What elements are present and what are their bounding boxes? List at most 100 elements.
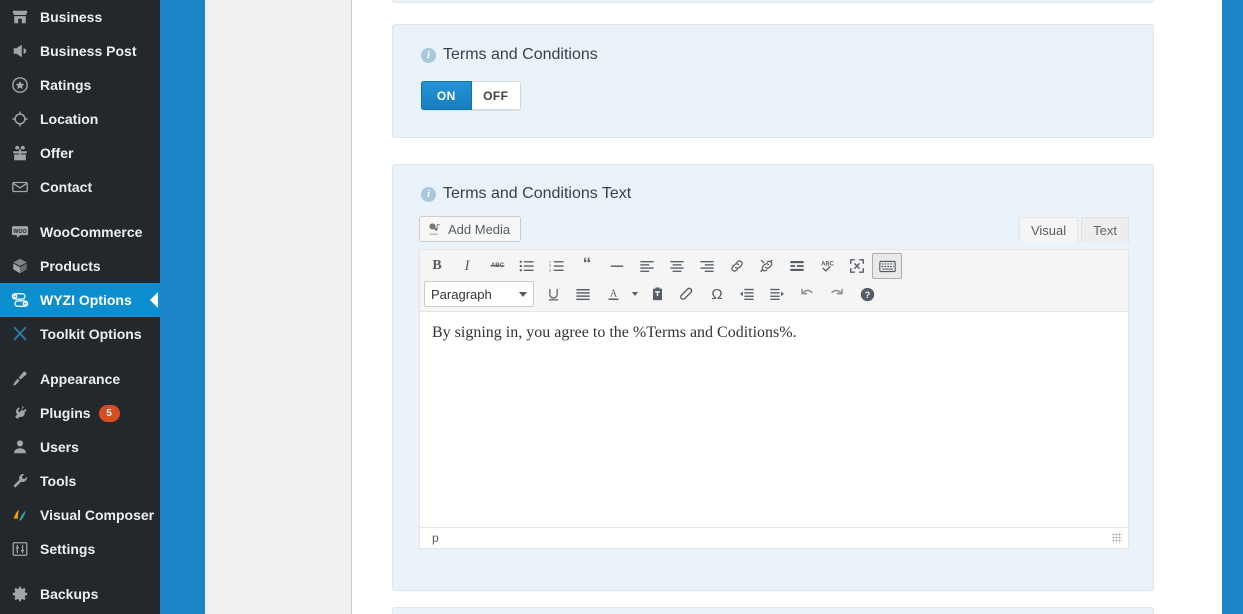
admin-sidebar: Business Business Post Ratings Location …: [0, 0, 160, 614]
chevron-down-icon: [519, 291, 527, 297]
unlink-button[interactable]: [752, 253, 782, 279]
sidebar-item-ratings[interactable]: Ratings: [0, 68, 160, 102]
sidebar-item-plugins[interactable]: Plugins 5: [0, 396, 160, 430]
gear-icon: [10, 584, 30, 604]
svg-text:ABC: ABC: [821, 261, 835, 267]
sidebar-item-settings[interactable]: Settings: [0, 532, 160, 566]
editor-box: B I ABC 123 “ ABC Paragraph A Ω ? By sig…: [419, 249, 1129, 549]
tab-visual[interactable]: Visual: [1018, 217, 1079, 242]
sidebar-item-label: WooCommerce: [40, 224, 143, 240]
sidebar-item-users[interactable]: Users: [0, 430, 160, 464]
text-color-dropdown-button[interactable]: [628, 281, 642, 307]
left-blue-rail: [160, 0, 205, 614]
sidebar-item-visual-composer[interactable]: Visual Composer: [0, 498, 160, 532]
align-justify-button[interactable]: [568, 281, 598, 307]
wrench-icon: [10, 471, 30, 491]
fullscreen-button[interactable]: [842, 253, 872, 279]
format-select-value: Paragraph: [431, 286, 492, 302]
blockquote-button[interactable]: “: [572, 253, 602, 279]
toolbar-toggle-button[interactable]: [872, 253, 902, 279]
sidebar-item-wyzi-options[interactable]: WYZI Options: [0, 283, 160, 317]
terms-and-conditions-panel: i Terms and Conditions ON OFF: [392, 24, 1154, 138]
sidebar-item-woocommerce[interactable]: WOO WooCommerce: [0, 215, 160, 249]
panel-title-label: Terms and Conditions: [443, 46, 598, 63]
sidebar-item-label: Appearance: [40, 371, 121, 387]
sidebar-item-location[interactable]: Location: [0, 102, 160, 136]
sidebar-item-backups[interactable]: Backups: [0, 577, 160, 611]
info-icon[interactable]: i: [421, 186, 436, 202]
sidebar-item-contact[interactable]: Contact: [0, 170, 160, 204]
editor-toolbar-row-1: B I ABC 123 “ ABC: [422, 252, 1126, 280]
underline-button[interactable]: [538, 281, 568, 307]
editor-toolbar-row-2: Paragraph A Ω ?: [422, 280, 1126, 308]
strikethrough-button[interactable]: ABC: [482, 253, 512, 279]
options-content-area: i Terms and Conditions ON OFF i Terms an…: [353, 0, 1222, 614]
panel-below-partial: [392, 607, 1154, 614]
sidebar-item-label: Contact: [40, 179, 93, 195]
redo-button[interactable]: [822, 281, 852, 307]
chevron-down-icon: [632, 292, 638, 296]
sidebar-item-offer[interactable]: Offer: [0, 136, 160, 170]
indent-button[interactable]: [762, 281, 792, 307]
sidebar-item-label: Backups: [40, 586, 99, 602]
toggle-off-option[interactable]: OFF: [471, 81, 521, 110]
panel-above-partial: [392, 0, 1154, 3]
sidebar-item-toolkit-options[interactable]: Toolkit Options: [0, 317, 160, 351]
sidebar-item-label: Offer: [40, 145, 74, 161]
editor-paragraph: By signing in, you agree to the %Terms a…: [432, 324, 797, 341]
terms-toggle-switch[interactable]: ON OFF: [421, 81, 521, 110]
read-more-button[interactable]: [782, 253, 812, 279]
tab-text[interactable]: Text: [1081, 217, 1129, 242]
sidebar-item-label: Location: [40, 111, 99, 127]
keyboard-shortcuts-button[interactable]: ?: [852, 281, 882, 307]
format-select[interactable]: Paragraph: [424, 281, 534, 307]
paste-as-text-button[interactable]: [642, 281, 672, 307]
bold-button[interactable]: B: [422, 253, 452, 279]
sidebar-separator: [0, 566, 160, 577]
insert-link-button[interactable]: [722, 253, 752, 279]
horizontal-rule-button[interactable]: [602, 253, 632, 279]
bulleted-list-button[interactable]: [512, 253, 542, 279]
editor-mode-tabs: Visual Text: [1018, 217, 1129, 242]
editor-content-area[interactable]: By signing in, you agree to the %Terms a…: [420, 312, 1128, 527]
toggle-on-option[interactable]: ON: [421, 81, 472, 110]
sidebar-item-label: Settings: [40, 541, 96, 557]
svg-text:WOO: WOO: [13, 229, 26, 235]
toggles-icon: [10, 290, 30, 310]
align-left-button[interactable]: [632, 253, 662, 279]
italic-button[interactable]: I: [452, 253, 482, 279]
add-media-label: Add Media: [448, 221, 511, 237]
user-icon: [10, 437, 30, 457]
add-media-icon: [428, 222, 442, 236]
clear-formatting-button[interactable]: [672, 281, 702, 307]
add-media-button[interactable]: Add Media: [419, 216, 522, 242]
panel-title-label: Terms and Conditions Text: [443, 185, 632, 202]
spellcheck-button[interactable]: ABC: [812, 253, 842, 279]
numbered-list-button[interactable]: 123: [542, 253, 572, 279]
sidebar-item-appearance[interactable]: Appearance: [0, 362, 160, 396]
envelope-icon: [10, 177, 30, 197]
align-right-button[interactable]: [692, 253, 722, 279]
sidebar-item-business-post[interactable]: Business Post: [0, 34, 160, 68]
align-center-button[interactable]: [662, 253, 692, 279]
sidebar-item-label: WYZI Options: [40, 292, 132, 308]
editor-resize-handle[interactable]: [1112, 533, 1122, 543]
panel-title: i Terms and Conditions: [393, 25, 1153, 64]
sidebar-item-business[interactable]: Business: [0, 0, 160, 34]
special-character-button[interactable]: Ω: [702, 281, 732, 307]
sidebar-item-label: Ratings: [40, 77, 92, 93]
text-color-button[interactable]: A: [598, 281, 628, 307]
megaphone-icon: [10, 41, 30, 61]
text-color-control[interactable]: A: [598, 281, 642, 307]
svg-text:3: 3: [549, 269, 551, 273]
info-icon[interactable]: i: [421, 47, 436, 63]
box-icon: [10, 256, 30, 276]
sidebar-item-tools[interactable]: Tools: [0, 464, 160, 498]
terms-and-conditions-text-panel: i Terms and Conditions Text Add Media Vi…: [392, 164, 1154, 591]
sidebar-item-label: Business Post: [40, 43, 137, 59]
outdent-button[interactable]: [732, 281, 762, 307]
store-icon: [10, 7, 30, 27]
undo-button[interactable]: [792, 281, 822, 307]
sidebar-item-label: Visual Composer: [40, 507, 155, 523]
sidebar-item-products[interactable]: Products: [0, 249, 160, 283]
